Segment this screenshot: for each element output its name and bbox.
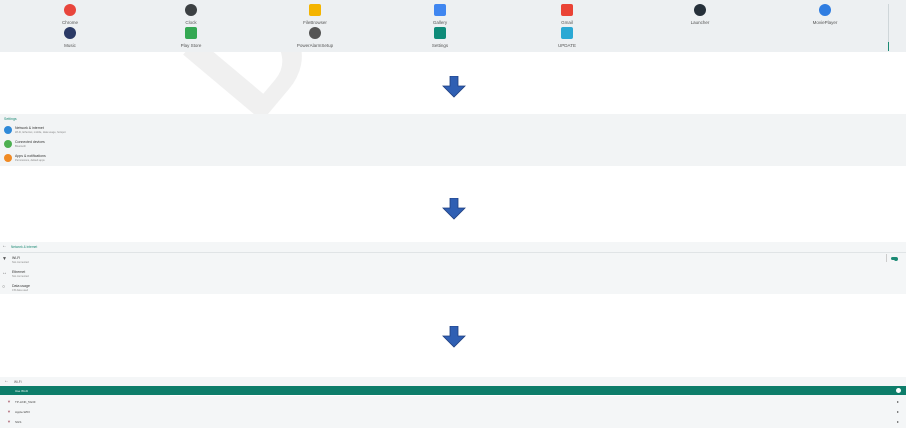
network-title: Network & internet [11,245,38,249]
settings-item-icon [4,154,12,162]
down-arrow-icon [442,76,466,98]
use-wifi-bar[interactable]: Use Wi-Fi [0,386,906,395]
app-drawer: Chrome Clock FileBrowser Gallery Gmail Launch… [0,0,906,52]
app-label: FileBrowser [303,20,327,25]
network-item-data-usage[interactable]: ○ Data usage 0 B data used [0,282,906,296]
wifi-network-item[interactable]: ▼ SGS ▸ [0,418,906,427]
divider [0,252,906,253]
update-icon [561,27,573,39]
playstore-icon [185,27,197,39]
back-arrow-icon[interactable]: ← [4,378,9,384]
network-item-title: Wi-Fi [12,256,21,260]
divider [170,395,690,396]
app-music[interactable]: Music [10,27,130,48]
wifi-screen: ← Wi-Fi Use Wi-Fi ▼ TP-LINK_5G3F ▸ ▼ Apple-W… [0,377,906,428]
wifi-network-name: TP-LINK_5G3F [15,400,36,404]
wifi-network-name: Apple-WIFI [15,410,31,414]
settings-screen: Settings Network & internet Wi-Fi, Ethern… [0,114,906,166]
network-item-title: Data usage [12,284,30,288]
app-launcher[interactable]: Launcher [640,4,760,25]
chrome-icon [64,4,76,16]
network-item-subtitle: Not connected [12,274,29,278]
settings-icon [434,27,446,39]
app-label: UPDATE [558,43,576,48]
launcher-icon [694,4,706,16]
movieplayer-icon [819,4,831,16]
ethernet-icon: ↔ [2,270,7,276]
settings-item-title: Network & internet [15,126,44,130]
lock-icon: ▸ [896,409,899,414]
app-label: Chrome [61,20,78,25]
app-chrome[interactable]: Chrome [10,4,130,25]
down-arrow-icon [442,326,466,348]
app-label: Gallery [432,20,448,25]
wifi-signal-icon: ▼ [7,409,11,414]
settings-item-title: Apps & notifications [15,154,46,158]
network-item-title: Ethernet [12,270,26,274]
app-label: Launcher [690,20,710,25]
wifi-signal-icon: ▼ [7,419,11,424]
network-item-wi-fi[interactable]: ▼ Wi-Fi Not connected [0,254,906,268]
wifi-title: Wi-Fi [14,380,22,384]
wifi-icon: ▼ [2,256,7,262]
lock-icon: ▸ [896,419,899,424]
app-gmail[interactable]: Gmail [507,4,627,25]
network-item-subtitle: 0 B data used [12,288,29,292]
data-usage-icon: ○ [2,284,6,290]
network-item-ethernet[interactable]: ↔ Ethernet Not connected [0,268,906,282]
folder-icon [309,4,321,16]
settings-item-title: Connected devices [15,140,45,144]
wifi-network-name: SGS [15,420,22,424]
app-label: Play Store [180,43,202,48]
clock-icon [185,4,197,16]
wifi-network-item[interactable]: ▼ TP-LINK_5G3F ▸ [0,398,906,407]
back-arrow-icon[interactable]: ← [2,243,7,249]
lock-icon: ▸ [896,399,899,404]
settings-item-icon [4,126,12,134]
app-label: Clock [185,20,197,25]
app-settings[interactable]: Settings [380,27,500,48]
network-screen: ← Network & internet ▼ Wi-Fi Not connected… [0,242,906,294]
network-item-subtitle: Not connected [12,260,29,264]
app-gallery[interactable]: Gallery [380,4,500,25]
app-play-store[interactable]: Play Store [131,27,251,48]
wifi-signal-icon: ▼ [7,399,11,404]
app-update[interactable]: UPDATE [507,27,627,48]
settings-item[interactable]: Apps & notifications Permissions, default… [0,152,906,166]
app-filebrowser[interactable]: FileBrowser [255,4,375,25]
app-poweralarmsetup[interactable]: PowerAlarmSetup [255,27,375,48]
divider [886,254,887,262]
app-label: PowerAlarmSetup [296,43,334,48]
use-wifi-switch[interactable] [896,388,901,393]
settings-item-subtitle: Permissions, default apps [15,158,45,162]
app-label: Gmail [561,20,573,25]
settings-item-subtitle: Bluetooth [15,144,26,148]
gmail-icon [561,4,573,16]
app-movieplayer[interactable]: MoviePlayer [765,4,885,25]
settings-header: Settings [4,117,17,121]
settings-item[interactable]: Connected devices Bluetooth [0,138,906,152]
settings-item-icon [4,140,12,148]
app-clock[interactable]: Clock [131,4,251,25]
gallery-icon [434,4,446,16]
app-label: Settings [431,43,449,48]
app-label: MoviePlayer [812,20,838,25]
drawer-scrollbar-thumb[interactable] [887,42,889,51]
settings-item[interactable]: Network & internet Wi-Fi, Ethernet, mobil… [0,124,906,138]
music-icon [64,27,76,39]
use-wifi-label: Use Wi-Fi [15,389,29,393]
alarm-icon [309,27,321,39]
settings-item-subtitle: Wi-Fi, Ethernet, mobile, data usage, hot… [15,130,66,134]
down-arrow-icon [442,198,466,220]
app-label: Music [64,43,76,48]
wifi-toggle-knob[interactable] [894,256,898,261]
wifi-network-item[interactable]: ▼ Apple-WIFI ▸ [0,408,906,417]
